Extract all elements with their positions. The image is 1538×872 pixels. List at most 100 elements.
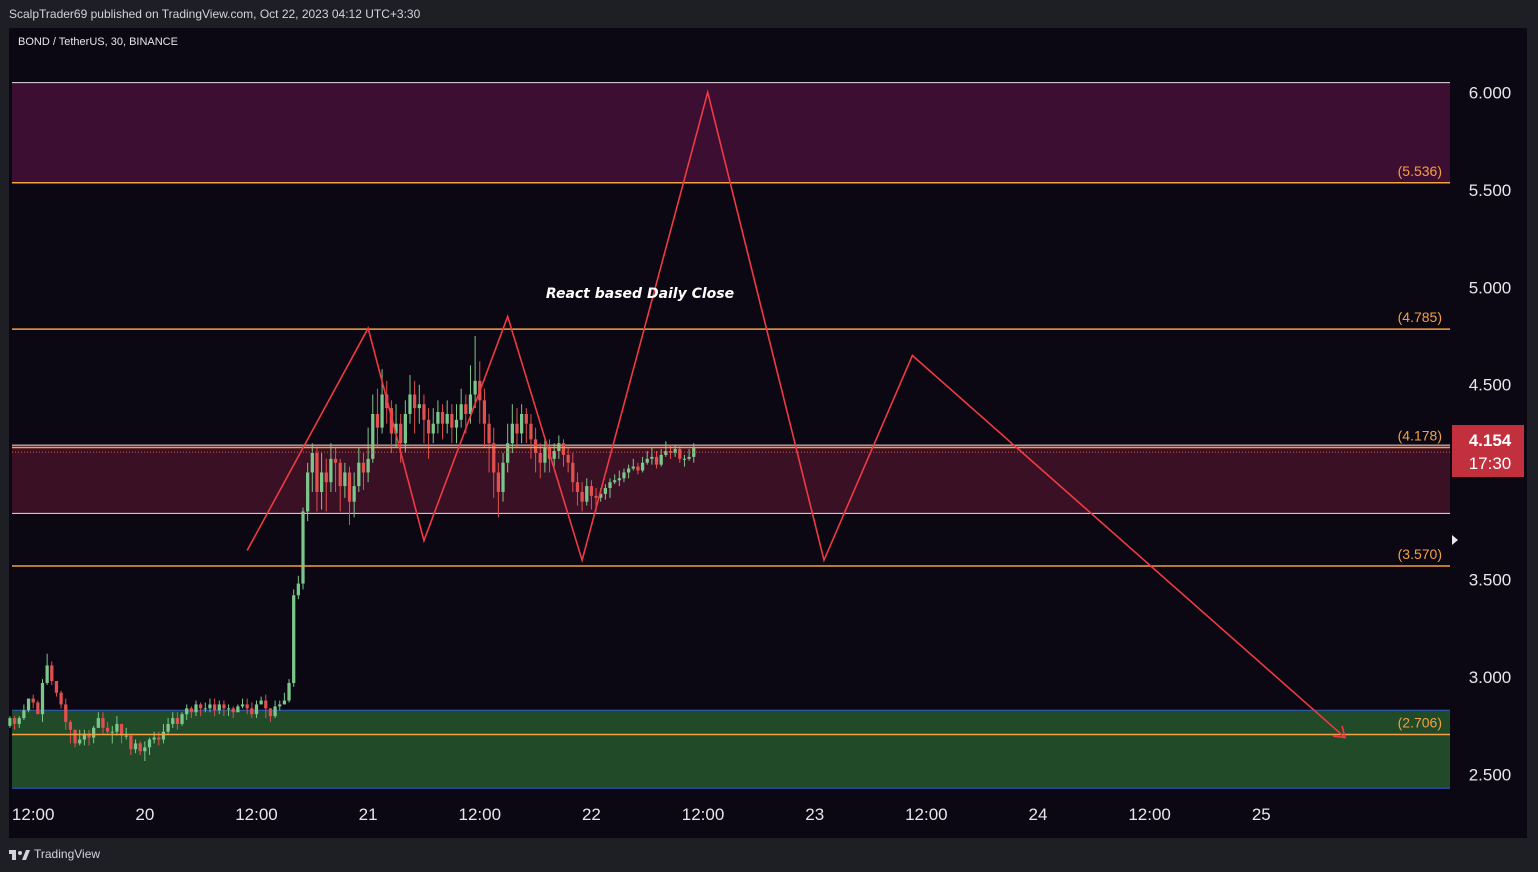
- tradingview-logo-icon: [9, 850, 30, 860]
- candle: [259, 700, 263, 705]
- candle: [282, 700, 287, 705]
- candle: [631, 466, 635, 469]
- x-tick-label: 25: [1252, 805, 1271, 824]
- x-tick-label: 12:00: [235, 805, 278, 824]
- candle: [529, 423, 533, 440]
- candle: [8, 718, 12, 726]
- candle: [650, 456, 654, 459]
- candle: [175, 718, 180, 724]
- y-tick-label: 5.500: [1469, 181, 1512, 200]
- current-price-value: 4.154: [1469, 431, 1512, 450]
- candle: [338, 462, 342, 487]
- candle: [26, 698, 31, 711]
- x-tick-label: 23: [805, 805, 824, 824]
- footer: TradingView: [0, 838, 1538, 872]
- candle: [143, 747, 147, 752]
- candle: [319, 472, 324, 492]
- level-label: (3.570): [1398, 546, 1442, 562]
- candle: [366, 458, 370, 473]
- candle: [310, 452, 314, 473]
- candle: [440, 412, 445, 424]
- candle: [538, 452, 542, 463]
- candle: [203, 708, 207, 710]
- candle: [226, 708, 231, 710]
- candle: [138, 743, 142, 752]
- candle: [361, 462, 366, 473]
- candle: [585, 486, 589, 502]
- candle: [678, 449, 682, 459]
- x-tick-label: 12:00: [12, 805, 55, 824]
- candle: [287, 682, 291, 701]
- candle: [510, 423, 514, 444]
- x-tick-label: 12:00: [682, 805, 725, 824]
- candle: [482, 400, 487, 424]
- candle: [17, 718, 21, 724]
- candle: [501, 462, 505, 492]
- candle: [92, 727, 96, 738]
- candle: [426, 419, 431, 434]
- candle: [566, 454, 570, 463]
- x-tick-label: 22: [582, 805, 601, 824]
- candle: [68, 721, 73, 730]
- candle: [357, 462, 361, 487]
- zone-upper-supply[interactable]: [12, 82, 1450, 183]
- candle: [608, 482, 612, 489]
- candle: [306, 472, 310, 512]
- candle: [506, 443, 510, 463]
- candle: [278, 704, 282, 707]
- candle: [343, 472, 347, 487]
- candle: [147, 739, 152, 748]
- candle: [575, 482, 580, 492]
- current-price-badge: 4.154 17:30: [1452, 425, 1524, 477]
- candle: [487, 423, 491, 444]
- candle: [399, 423, 403, 444]
- annotation-react-daily-close: React based Daily Close: [546, 286, 734, 302]
- candle: [626, 468, 631, 473]
- candle: [422, 404, 426, 420]
- candle: [194, 704, 198, 713]
- candle: [31, 698, 35, 703]
- candle: [324, 472, 328, 483]
- y-tick-label: 3.000: [1469, 668, 1512, 687]
- candle: [245, 704, 249, 709]
- candle: [301, 511, 305, 584]
- candle: [664, 451, 668, 455]
- candle: [185, 708, 189, 715]
- candle: [133, 743, 138, 750]
- candle: [22, 710, 26, 719]
- candle: [296, 583, 300, 596]
- level-label: (2.706): [1398, 714, 1442, 730]
- bar-countdown: 17:30: [1469, 454, 1512, 473]
- candle: [217, 704, 221, 711]
- x-tick-label: 12:00: [905, 805, 948, 824]
- zone-demand[interactable]: [12, 710, 1450, 789]
- candle: [254, 704, 259, 715]
- candle: [380, 394, 384, 428]
- x-tick-label: 20: [135, 805, 154, 824]
- candle: [417, 404, 421, 409]
- candle: [589, 486, 594, 496]
- chart[interactable]: (5.536) (4.785) (4.178) (3.570) (2.706) 6.000…: [0, 0, 1538, 872]
- candle: [264, 700, 268, 709]
- candle: [571, 462, 575, 483]
- candle: [212, 704, 217, 711]
- candle: [687, 456, 691, 459]
- candle: [240, 704, 245, 707]
- candle: [124, 735, 128, 737]
- candle: [333, 458, 338, 463]
- candle: [445, 413, 449, 424]
- candle: [617, 478, 621, 481]
- candle: [640, 462, 645, 471]
- candle: [347, 472, 352, 502]
- candle: [645, 458, 649, 463]
- candle: [180, 714, 184, 724]
- zone-mid-range[interactable]: [12, 445, 1450, 514]
- y-tick-label: 6.000: [1469, 83, 1512, 102]
- candle: [101, 718, 105, 728]
- candle: [268, 708, 273, 717]
- candle: [682, 458, 687, 460]
- candle: [40, 682, 45, 715]
- x-tick-label: 24: [1029, 805, 1048, 824]
- candle: [199, 704, 203, 709]
- level-label: (4.785): [1398, 309, 1442, 325]
